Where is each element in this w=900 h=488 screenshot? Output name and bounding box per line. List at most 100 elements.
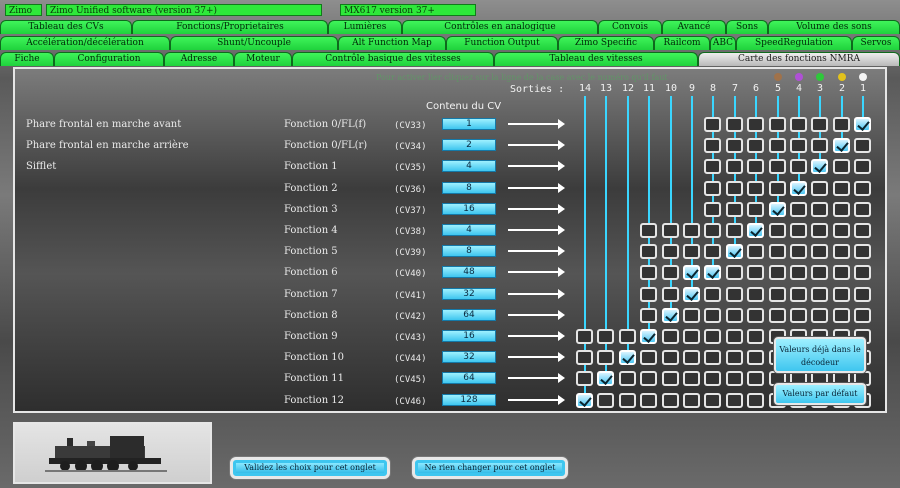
tab-alt-function-map[interactable]: Alt Function Map (338, 36, 446, 50)
output-checkbox-13[interactable] (597, 350, 614, 365)
output-checkbox-8[interactable] (704, 308, 721, 323)
cv-value-field[interactable]: 16 (442, 330, 496, 342)
output-checkbox-1[interactable] (854, 223, 871, 238)
output-checkbox-3[interactable] (811, 223, 828, 238)
output-checkbox-2[interactable] (833, 202, 850, 217)
output-checkbox-4[interactable] (790, 138, 807, 153)
output-checkbox-14[interactable] (576, 350, 593, 365)
output-checkbox-8[interactable] (704, 117, 721, 132)
output-checkbox-8[interactable] (704, 329, 721, 344)
output-checkbox-2[interactable] (833, 287, 850, 302)
output-checkbox-5[interactable] (769, 308, 786, 323)
output-checkbox-9[interactable] (683, 287, 700, 302)
cv-value-field[interactable]: 8 (442, 182, 496, 194)
tab-zimo-specific[interactable]: Zimo Specific (558, 36, 654, 50)
output-checkbox-1[interactable] (854, 202, 871, 217)
cv-value-field[interactable]: 4 (442, 160, 496, 172)
output-checkbox-10[interactable] (662, 223, 679, 238)
output-checkbox-1[interactable] (854, 265, 871, 280)
output-checkbox-10[interactable] (662, 244, 679, 259)
cv-value-field[interactable]: 16 (442, 203, 496, 215)
output-checkbox-3[interactable] (811, 287, 828, 302)
output-checkbox-11[interactable] (640, 223, 657, 238)
output-checkbox-11[interactable] (640, 350, 657, 365)
tab-speed-regulation[interactable]: SpeedRegulation (736, 36, 852, 50)
output-checkbox-10[interactable] (662, 393, 679, 408)
output-checkbox-7[interactable] (726, 138, 743, 153)
output-checkbox-6[interactable] (747, 371, 764, 386)
output-checkbox-6[interactable] (747, 308, 764, 323)
tab-abc[interactable]: ABC (710, 36, 736, 50)
output-checkbox-12[interactable] (619, 329, 636, 344)
output-checkbox-6[interactable] (747, 117, 764, 132)
output-checkbox-8[interactable] (704, 181, 721, 196)
tab-moteur[interactable]: Moteur (234, 52, 292, 66)
output-checkbox-9[interactable] (683, 308, 700, 323)
output-checkbox-7[interactable] (726, 265, 743, 280)
output-checkbox-3[interactable] (811, 117, 828, 132)
output-checkbox-9[interactable] (683, 244, 700, 259)
output-checkbox-10[interactable] (662, 308, 679, 323)
output-checkbox-6[interactable] (747, 181, 764, 196)
output-checkbox-7[interactable] (726, 159, 743, 174)
cv-value-field[interactable]: 128 (442, 394, 496, 406)
output-checkbox-7[interactable] (726, 393, 743, 408)
output-checkbox-8[interactable] (704, 393, 721, 408)
output-checkbox-8[interactable] (704, 287, 721, 302)
output-checkbox-5[interactable] (769, 181, 786, 196)
output-checkbox-9[interactable] (683, 329, 700, 344)
output-checkbox-1[interactable] (854, 159, 871, 174)
output-checkbox-5[interactable] (769, 159, 786, 174)
output-checkbox-9[interactable] (683, 393, 700, 408)
tab-fiche[interactable]: Fiche (0, 52, 54, 66)
tab-sons[interactable]: Sons (726, 20, 768, 34)
output-checkbox-12[interactable] (619, 350, 636, 365)
tab-servos[interactable]: Servos (852, 36, 900, 50)
output-checkbox-2[interactable] (833, 159, 850, 174)
output-checkbox-12[interactable] (619, 393, 636, 408)
tab-adresse[interactable]: Adresse (164, 52, 234, 66)
output-checkbox-6[interactable] (747, 265, 764, 280)
output-checkbox-8[interactable] (704, 138, 721, 153)
cv-value-field[interactable]: 8 (442, 245, 496, 257)
output-checkbox-13[interactable] (597, 329, 614, 344)
output-checkbox-6[interactable] (747, 244, 764, 259)
output-checkbox-9[interactable] (683, 371, 700, 386)
output-checkbox-2[interactable] (833, 265, 850, 280)
output-checkbox-3[interactable] (811, 202, 828, 217)
tab-carte-fonctions-nmra[interactable]: Carte des fonctions NMRA (698, 52, 900, 66)
tab-function-output[interactable]: Function Output (446, 36, 558, 50)
output-checkbox-9[interactable] (683, 265, 700, 280)
cv-value-field[interactable]: 64 (442, 309, 496, 321)
output-checkbox-4[interactable] (790, 159, 807, 174)
output-checkbox-8[interactable] (704, 159, 721, 174)
cv-value-field[interactable]: 48 (442, 266, 496, 278)
output-checkbox-5[interactable] (769, 223, 786, 238)
output-checkbox-14[interactable] (576, 329, 593, 344)
output-checkbox-11[interactable] (640, 287, 657, 302)
output-checkbox-4[interactable] (790, 265, 807, 280)
output-checkbox-7[interactable] (726, 202, 743, 217)
output-checkbox-8[interactable] (704, 202, 721, 217)
output-checkbox-6[interactable] (747, 329, 764, 344)
values-in-decoder-button[interactable]: Valeurs déjà dans le décodeur (774, 337, 866, 373)
output-checkbox-4[interactable] (790, 202, 807, 217)
output-checkbox-6[interactable] (747, 202, 764, 217)
output-checkbox-13[interactable] (597, 393, 614, 408)
tab-volume-sons[interactable]: Volume des sons (768, 20, 900, 34)
output-checkbox-7[interactable] (726, 223, 743, 238)
output-checkbox-1[interactable] (854, 117, 871, 132)
output-checkbox-14[interactable] (576, 393, 593, 408)
output-checkbox-8[interactable] (704, 244, 721, 259)
output-checkbox-7[interactable] (726, 244, 743, 259)
output-checkbox-4[interactable] (790, 117, 807, 132)
output-checkbox-6[interactable] (747, 350, 764, 365)
output-checkbox-6[interactable] (747, 393, 764, 408)
validate-button[interactable]: Validez les choix pour cet onglet (230, 457, 390, 479)
output-checkbox-11[interactable] (640, 244, 657, 259)
output-checkbox-13[interactable] (597, 371, 614, 386)
output-checkbox-2[interactable] (833, 308, 850, 323)
output-checkbox-14[interactable] (576, 371, 593, 386)
output-checkbox-10[interactable] (662, 287, 679, 302)
output-checkbox-5[interactable] (769, 287, 786, 302)
